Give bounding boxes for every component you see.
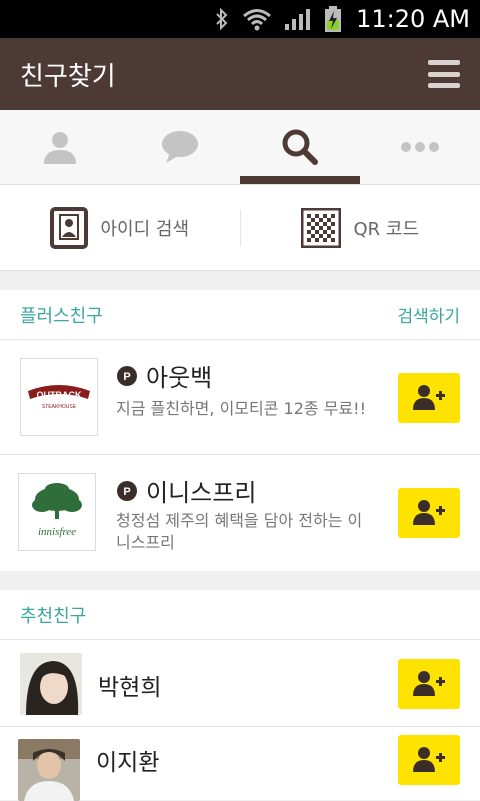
qr-code-icon [301,208,341,248]
svg-text:P: P [123,486,130,498]
plus-friend-name-row: P 이니스프리 [116,473,256,508]
add-friend-button[interactable] [398,373,460,423]
section-title: 플러스친구 [20,302,103,328]
avatar [18,739,80,801]
id-search-label: 아이디 검색 [100,215,189,241]
hamburger-menu-icon[interactable] [428,60,460,88]
add-friend-icon [412,383,446,413]
tab-search[interactable] [240,110,360,184]
friend-name: 박현희 [98,668,161,702]
svg-text:OUTBACK: OUTBACK [37,390,82,400]
more-icon [400,141,440,153]
svg-text:innisfree: innisfree [38,526,76,538]
outback-logo: OUTBACK STEAKHOUSE [20,358,98,436]
add-friend-icon [412,745,446,775]
friends-icon [41,128,79,166]
search-more-link[interactable]: 검색하기 [397,302,460,327]
plus-friend-name: 아웃백 [146,358,212,393]
qr-code-button[interactable]: QR 코드 [241,185,480,270]
bluetooth-icon [214,7,230,31]
chat-icon [160,129,200,165]
friend-name: 이지환 [96,743,159,777]
search-options: 아이디 검색 QR 코드 [0,185,480,271]
signal-icon [284,7,312,31]
svg-text:P: P [123,371,130,383]
avatar [20,653,82,715]
plus-friend-description: 지금 플친하면, 이모티콘 12종 무료!! [116,398,386,420]
status-bar: 11:20 AM [0,0,480,38]
plus-friend-description: 청정섬 제주의 혜택을 담아 전하는 이니스프리 [116,510,376,554]
list-item[interactable]: 이지환 [0,727,480,800]
id-search-button[interactable]: 아이디 검색 [0,185,240,270]
section-title: 추천친구 [20,602,86,628]
plus-friends-section: 플러스친구 검색하기 OUTBACK STEAKHOUSE P 아웃백 지금 플… [0,290,480,571]
list-item[interactable]: 박현희 [0,640,480,727]
plus-friend-name-row: P 아웃백 [116,358,212,393]
page-title: 친구찾기 [20,56,116,93]
list-item[interactable]: OUTBACK STEAKHOUSE P 아웃백 지금 플친하면, 이모티콘 1… [0,340,480,455]
innisfree-logo: innisfree [18,473,96,551]
plus-friends-header: 플러스친구 검색하기 [0,290,480,340]
add-friend-button[interactable] [398,735,460,785]
tab-more[interactable] [360,110,480,184]
tab-bar [0,110,480,185]
plus-friend-badge-icon: P [116,480,138,502]
list-item[interactable]: innisfree P 이니스프리 청정섬 제주의 혜택을 담아 전하는 이니스… [0,455,480,570]
tab-chats[interactable] [120,110,240,184]
wifi-icon [242,7,272,31]
qr-code-label: QR 코드 [353,215,419,241]
recommended-header: 추천친구 [0,590,480,640]
plus-friend-name: 이니스프리 [146,473,256,508]
plus-friend-badge-icon: P [116,365,138,387]
add-friend-button[interactable] [398,488,460,538]
tab-friends[interactable] [0,110,120,184]
recommended-section: 추천친구 박현희 [0,590,480,800]
add-friend-icon [412,498,446,528]
app-bar: 친구찾기 [0,38,480,110]
add-friend-icon [412,669,446,699]
battery-charging-icon [324,6,342,32]
status-time: 11:20 AM [356,5,470,33]
search-icon [280,127,320,167]
svg-text:STEAKHOUSE: STEAKHOUSE [42,404,77,410]
id-card-icon [50,207,88,249]
add-friend-button[interactable] [398,659,460,709]
